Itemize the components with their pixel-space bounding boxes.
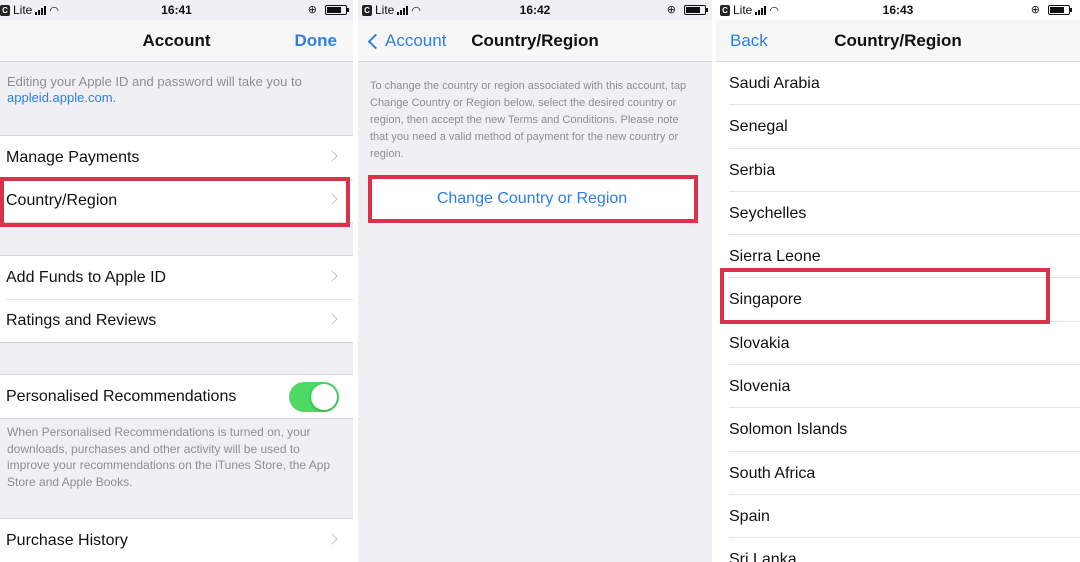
highlight-box	[368, 175, 698, 223]
purchase-history-label: Purchase History	[6, 532, 128, 549]
country-region-info-screen: C Lite ◠ 16:42 ⊕ Account Country/Region …	[358, 0, 712, 562]
list-item[interactable]: Spain	[716, 495, 1080, 539]
chevron-right-icon	[326, 150, 338, 162]
funds-group: Add Funds to Apple ID Ratings and Review…	[0, 255, 353, 343]
chevron-right-icon	[326, 533, 338, 545]
list-item[interactable]: Slovenia	[716, 365, 1080, 409]
chevron-right-icon	[326, 270, 338, 282]
personalised-note: When Personalised Recommendations is tur…	[7, 425, 331, 489]
highlight-box	[0, 177, 350, 227]
status-right: ⊕	[1030, 3, 1072, 16]
done-button[interactable]: Done	[295, 31, 338, 51]
personalised-toggle[interactable]	[289, 382, 339, 412]
highlight-box	[720, 268, 1050, 324]
list-item[interactable]: Senegal	[716, 105, 1080, 149]
status-bar: C Lite ◠ 16:43 ⊕	[716, 0, 1080, 20]
ratings-reviews-row[interactable]: Ratings and Reviews	[0, 299, 353, 342]
page-title: Country/Region	[834, 31, 962, 50]
battery-icon	[1048, 4, 1072, 15]
list-item[interactable]: South Africa	[716, 452, 1080, 496]
orientation-lock-icon: ⊕	[1030, 4, 1040, 16]
purchase-group: Purchase History	[0, 518, 353, 562]
nav-bar: Account Done	[0, 20, 353, 62]
list-item[interactable]: Saudi Arabia	[716, 62, 1080, 106]
list-item[interactable]: Solomon Islands	[716, 408, 1080, 452]
status-right: ⊕	[666, 3, 708, 16]
list-item[interactable]: Slovakia	[716, 322, 1080, 366]
purchase-history-row[interactable]: Purchase History	[0, 519, 353, 562]
orientation-lock-icon: ⊕	[666, 4, 676, 16]
battery-icon	[684, 4, 708, 15]
list-item[interactable]: Serbia	[716, 149, 1080, 193]
intro-note: Editing your Apple ID and password will …	[7, 74, 333, 106]
list-item[interactable]: Seychelles	[716, 192, 1080, 236]
status-time: 16:41	[161, 3, 192, 17]
chevron-right-icon	[326, 313, 338, 325]
personalised-group: Personalised Recommendations	[0, 374, 353, 419]
personalised-label: Personalised Recommendations	[6, 388, 237, 405]
account-screen: C Lite ◠ 16:41 ⊕ Account Done Editing yo…	[0, 0, 353, 562]
manage-payments-label: Manage Payments	[6, 149, 140, 166]
manage-payments-row[interactable]: Manage Payments	[0, 136, 353, 179]
toggle-knob	[311, 384, 337, 410]
status-bar: C Lite ◠ 16:42 ⊕	[358, 0, 712, 20]
intro-text: Editing your Apple ID and password will …	[7, 74, 302, 89]
appleid-link[interactable]: appleid.apple.com.	[7, 90, 116, 105]
page-title: Country/Region	[471, 31, 599, 50]
add-funds-row[interactable]: Add Funds to Apple ID	[0, 256, 353, 299]
status-time: 16:43	[882, 3, 914, 17]
list-item[interactable]: Sri Lanka	[716, 538, 1080, 562]
status-bar: C Lite ◠ 16:41 ⊕	[0, 0, 353, 20]
ratings-reviews-label: Ratings and Reviews	[6, 312, 157, 329]
battery-icon	[325, 4, 349, 15]
nav-bar: Back Country/Region	[716, 20, 1080, 62]
change-country-note: To change the country or region associat…	[370, 80, 687, 160]
add-funds-label: Add Funds to Apple ID	[6, 269, 167, 286]
country-list-screen: C Lite ◠ 16:43 ⊕ Back Country/Region Sau…	[716, 0, 1080, 562]
status-time: 16:42	[519, 3, 551, 17]
nav-bar: Account Country/Region	[358, 20, 712, 62]
personalised-row: Personalised Recommendations	[0, 375, 353, 418]
orientation-lock-icon: ⊕	[307, 4, 317, 16]
status-right: ⊕	[307, 3, 349, 16]
